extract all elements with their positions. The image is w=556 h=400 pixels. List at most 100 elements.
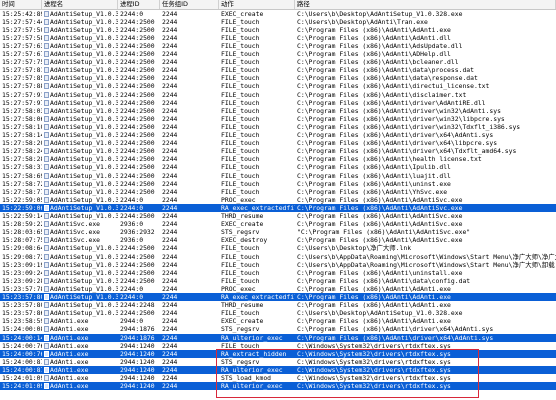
cell-group-id: 2244 [162,276,178,285]
cell-pid: 2244:2500 [120,66,155,75]
cell-group-id: 2244 [162,147,178,156]
table-row[interactable]: 15:24:00:140 AdAnti.exe 2944:1876 2244 RA_ul… [0,333,556,342]
table-row[interactable]: 15:24:01:093 AdAnti.exe 2944:1240 2244 RA_ul… [0,382,556,391]
cell-group-id: 2244 [162,317,178,326]
cell-process: AdAntiSetup_V1.0.328.exe [42,188,118,196]
column-header-path[interactable]: 路径 [295,0,556,9]
table-row[interactable]: 15:28:07:756 AdAntiSvc.exe 2936:0 2244 EXEC_… [0,236,556,244]
cell-process: AdAntiSvc.exe [42,228,118,236]
cell-process-label: AdAntiSetup_V1.0.328.exe [50,301,118,310]
process-icon [44,383,49,390]
table-row[interactable]: 15:27:57:507AdAntiSetup_V1.0.328.exe2244… [0,26,556,34]
column-header-process[interactable]: 进程名 [42,0,118,9]
table-row[interactable]: 15:27:58:287AdAntiSetup_V1.0.328.exe2244… [0,155,556,163]
column-header-pid[interactable]: 进程ID [118,0,160,9]
table-row[interactable]: 15:27:57:757AdAntiSetup_V1.0.328.exe2244… [0,58,556,66]
table-row[interactable]: 15:24:01:093 AdAnti.exe 2944:1240 2244 STS_l… [0,374,556,382]
table-row[interactable]: 15:22:59:052AdAntiSetup_V1.0.328.exe2244… [0,196,556,204]
cell-time: 15:27:58:038 [2,106,42,115]
table-row[interactable]: 15:27:58:147AdAntiSetup_V1.0.328.exe2244… [0,131,556,139]
table-row[interactable]: 15:24:00:765 AdAnti.exe 2944:1240 2244 RA_ex… [0,349,556,358]
cell-process: AdAnti.exe [42,317,118,325]
process-icon [44,318,49,325]
cell-path: C:\Program Files (x86)\AdAnti\AdAntiSvc.… [297,220,463,229]
table-row[interactable]: 15:27:57:819AdAntiSetup_V1.0.328.exe2244… [0,66,556,74]
column-header-time[interactable]: 时间 [0,0,42,9]
cell-group-id: 2244 [162,74,178,83]
cell-path: C:\Program Files (x86)\AdAnti\driver\x64… [297,139,498,148]
cell-time: 15:27:57:632 [2,41,42,50]
process-icon [44,123,49,130]
cell-path: C:\Program Files (x86)\AdAnti\AdAnti.exe [297,293,451,301]
cell-group-id: 2244 [162,284,178,293]
process-icon [44,213,49,219]
cell-action: FILE_touch [221,187,260,196]
table-row[interactable]: 15:23:09:285AdAntiSetup_V1.0.328.exe2244… [0,277,556,285]
table-row[interactable]: 15:24:00:874 AdAnti.exe 2944:1240 2244 RA_ul… [0,365,556,374]
cell-action: STS_regsrv [221,325,260,334]
table-row[interactable]: 15:27:58:771AdAntiSetup_V1.0.328.exe2244… [0,188,556,196]
cell-process: AdAntiSetup_V1.0.328.exe [42,10,118,18]
table-row[interactable]: 15:27:58:240AdAntiSetup_V1.0.328.exe2244… [0,147,556,155]
table-row[interactable]: 15:28:59:223 AdAntiSvc.exe 2936:0 2244 EXEC_… [0,220,556,228]
table-row[interactable]: 15:27:57:585AdAntiSetup_V1.0.328.exe2244… [0,34,556,42]
table-row[interactable]: 15:27:58:209AdAntiSetup_V1.0.328.exe2244… [0,139,556,147]
cell-action: FILE_touch [221,139,260,148]
cell-pid: 2244:2500 [120,179,155,188]
table-row[interactable]: 15:27:57:975AdAntiSetup_V1.0.328.exe2244… [0,99,556,107]
cell-process-label: AdAntiSetup_V1.0.328.exe [50,131,118,139]
table-row[interactable]: 15:23:09:241AdAntiSetup_V1.0.328.exe2244… [0,269,556,277]
table-row[interactable]: 15:23:58:597 AdAnti.exe 2944:0 2244 EXEC_cre… [0,317,556,325]
cell-path: "C:\Program Files (x86)\AdAnti\AdAntiSvc… [297,228,471,237]
cell-group-id: 2244 [162,212,178,220]
table-row[interactable]: 15:27:57:882AdAntiSetup_V1.0.328.exe2244… [0,82,556,90]
table-row[interactable]: 15:23:09:195AdAntiSetup_V1.0.328.exe2244… [0,261,556,269]
table-row[interactable]: 15:27:58:693AdAntiSetup_V1.0.328.exe2244… [0,172,556,180]
table-row[interactable]: 15:23:57:786AdAntiSetup_V1.0.328.exe2244… [0,285,556,293]
cell-process: AdAnti.exe [42,334,118,342]
cell-time: 15:28:03:653 [2,228,42,237]
table-row[interactable]: 15:29:08:648AdAntiSetup_V1.0.328.exe2244… [0,244,556,252]
table-row[interactable]: 15:27:58:069AdAntiSetup_V1.0.328.exe2244… [0,115,556,123]
table-row[interactable]: 15:27:57:679AdAntiSetup_V1.0.328.exe2244… [0,50,556,58]
cell-group-id: 2244 [162,244,178,253]
table-row[interactable]: 15:28:03:653 AdAntiSvc.exe 2936:2932 2244 ST… [0,228,556,236]
table-row[interactable]: 15:23:57:863AdAntiSetup_V1.0.328.exe2244… [0,309,556,317]
cell-time: 15:24:00:765 [2,349,42,358]
column-header-group-id[interactable]: 任务组ID [160,0,219,9]
cell-pid: 2244:2500 [120,122,155,131]
table-row[interactable]: 15:27:57:632AdAntiSetup_V1.0.328.exe2244… [0,42,556,50]
table-row[interactable]: 15:27:58:038AdAntiSetup_V1.0.328.exe2244… [0,107,556,115]
table-row[interactable]: 15:27:58:318AdAntiSetup_V1.0.328.exe2244… [0,163,556,171]
table-row[interactable]: 15:29:08:725AdAntiSetup_V1.0.328.exe2244… [0,253,556,261]
table-row[interactable]: 15:27:58:100AdAntiSetup_V1.0.328.exe2244… [0,123,556,131]
process-icon [44,67,49,74]
process-icon [44,91,49,98]
cell-process: AdAnti.exe [42,366,118,374]
cell-action: FILE_touch [221,122,260,131]
cell-path: C:\Windows\System32\drivers\rtdxftex.sys [297,382,451,391]
table-row[interactable]: 15:27:57:913AdAntiSetup_V1.0.328.exe2244… [0,91,556,99]
cell-pid: 2944:1876 [120,325,155,334]
table-row[interactable]: 15:24:00:082 AdAnti.exe 2944:1876 2244 STS_r… [0,325,556,333]
table-row[interactable]: 15:27:57:445AdAntiSetup_V1.0.328.exe2244… [0,18,556,26]
process-icon [44,269,49,276]
table-row[interactable]: 15:22:59:145AdAntiSetup_V1.0.328.exe2244… [0,212,556,220]
cell-path: C:\Program Files (x86)\AdAnti\AdAnti.exe [297,284,451,293]
process-icon [44,229,49,236]
cell-pid: 2244:2500 [120,309,155,318]
table-row[interactable]: 15:25:42:890AdAntiSetup_V1.0.328.exe2244… [0,10,556,18]
cell-action: RA_exec_extractedfile [221,203,295,212]
table-row[interactable]: 15:23:57:801AdAntiSetup_V1.0.328.exe2244… [0,301,556,309]
table-row[interactable]: 15:22:59:067AdAntiSetup_V1.0.328.exe2244… [0,203,556,212]
cell-action: EXEC_create [221,317,264,326]
cell-action: RA_ulterior_exec [221,365,283,374]
table-row[interactable]: 15:23:57:801AdAntiSetup_V1.0.328.exe2244… [0,293,556,302]
table-row[interactable]: 15:24:00:765 AdAnti.exe 2944:1240 2244 FILE_… [0,342,556,350]
cell-group-id: 2244 [162,203,178,212]
table-row[interactable]: 15:27:58:724AdAntiSetup_V1.0.328.exe2244… [0,180,556,188]
table-row[interactable]: 15:24:00:874 AdAnti.exe 2944:1240 2244 STS_r… [0,358,556,366]
column-header-action[interactable]: 动作 [219,0,295,9]
table-row[interactable]: 15:27:57:850AdAntiSetup_V1.0.328.exe2244… [0,74,556,82]
cell-group-id: 2244 [162,333,178,342]
